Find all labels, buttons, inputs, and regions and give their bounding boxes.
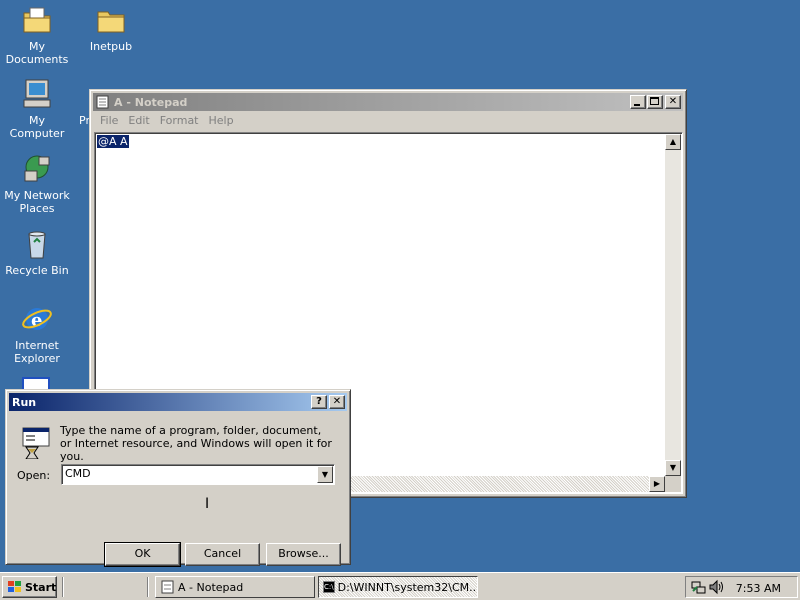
menu-help[interactable]: Help <box>204 114 239 127</box>
cmd-icon: C:\ <box>323 581 335 593</box>
desktop-icon-label: Internet Explorer <box>14 339 60 365</box>
start-label: Start <box>25 580 57 594</box>
ok-button[interactable]: OK <box>104 542 181 567</box>
clock[interactable]: 7:53 AM <box>736 582 781 595</box>
open-input[interactable] <box>65 467 315 480</box>
run-message: Type the name of a program, folder, docu… <box>60 424 332 463</box>
network-icon <box>21 153 53 185</box>
desktop-icon-label: Recycle Bin <box>5 264 69 277</box>
scroll-up-button[interactable]: ▲ <box>665 134 681 150</box>
help-button[interactable]: ? <box>311 395 327 409</box>
task-cmd[interactable]: C:\ D:\WINNT\system32\CM... <box>318 576 478 598</box>
desktop-icon-my-documents[interactable]: My Documents <box>0 4 74 66</box>
notepad-content: @A A <box>97 135 129 148</box>
desktop-icon-label: My Documents <box>5 40 69 66</box>
notepad-title: A - Notepad <box>114 95 188 109</box>
minimize-button[interactable] <box>630 95 646 109</box>
start-button[interactable]: Start <box>2 576 57 598</box>
maximize-icon <box>650 97 659 105</box>
system-tray: 7:53 AM <box>685 576 798 598</box>
maximize-button[interactable] <box>647 95 663 109</box>
network-tray-icon[interactable] <box>691 579 707 595</box>
open-label: Open: <box>17 469 51 482</box>
open-combobox[interactable]: ▼ <box>61 464 335 485</box>
menu-file[interactable]: File <box>95 114 123 127</box>
recycle-bin-icon <box>21 228 53 260</box>
folder-icon <box>95 4 127 36</box>
run-dialog[interactable]: Run ? ✕ Type the name of a program, fold… <box>5 389 351 567</box>
cancel-button[interactable]: Cancel <box>185 543 260 566</box>
close-icon: ✕ <box>332 396 342 407</box>
minimize-icon <box>634 104 640 106</box>
desktop-icon-internet-explorer[interactable]: e Internet Explorer <box>0 303 74 365</box>
desktop-icon-recycle-bin[interactable]: Recycle Bin <box>0 228 74 277</box>
task-label: D:\WINNT\system32\CM... <box>337 580 478 594</box>
vertical-scrollbar[interactable]: ▲ ▼ <box>665 134 681 476</box>
text-cursor-icon: I <box>205 496 210 512</box>
notepad-icon <box>95 95 111 109</box>
computer-icon <box>21 78 53 110</box>
taskbar: Start A - Notepad C:\ D:\WINNT\system32\… <box>0 572 800 600</box>
windows-logo-icon <box>7 580 23 594</box>
volume-icon[interactable] <box>708 579 724 595</box>
notepad-titlebar[interactable]: A - Notepad ✕ <box>93 93 683 111</box>
desktop-icon-inetpub[interactable]: Inetpub <box>74 4 148 53</box>
desktop-icon-my-computer[interactable]: My Computer <box>0 78 74 140</box>
close-icon: ✕ <box>668 96 678 107</box>
task-label: A - Notepad <box>178 580 244 594</box>
menu-format[interactable]: Format <box>155 114 204 127</box>
arrow-up-icon: ▲ <box>669 137 677 146</box>
taskbar-separator <box>62 577 64 597</box>
internet-explorer-icon: e <box>21 303 53 335</box>
question-icon: ? <box>316 396 322 407</box>
menu-edit[interactable]: Edit <box>123 114 154 127</box>
run-close-button[interactable]: ✕ <box>329 395 345 409</box>
selected-text: @A A <box>97 135 129 148</box>
folder-documents-icon <box>21 4 53 36</box>
desktop-icon-label: My Computer <box>9 114 65 140</box>
run-titlebar[interactable]: Run ? ✕ <box>9 393 347 411</box>
arrow-down-icon: ▼ <box>669 463 677 472</box>
notepad-menubar: File Edit Format Help <box>93 111 683 130</box>
run-title: Run <box>12 395 37 409</box>
resize-grip[interactable] <box>665 476 681 492</box>
close-button[interactable]: ✕ <box>665 95 681 109</box>
open-dropdown-button[interactable]: ▼ <box>317 466 333 483</box>
taskbar-separator <box>147 577 149 597</box>
desktop-icon-my-network-places[interactable]: My Network Places <box>0 153 74 215</box>
desktop-icon-label: Inetpub <box>89 40 133 53</box>
run-body: Type the name of a program, folder, docu… <box>9 411 347 577</box>
desktop-icon-label: My Network Places <box>4 189 70 215</box>
arrow-right-icon: ▶ <box>653 479 661 488</box>
scroll-right-button[interactable]: ▶ <box>649 476 665 492</box>
task-notepad[interactable]: A - Notepad <box>155 576 315 598</box>
chevron-down-icon: ▼ <box>321 470 329 479</box>
scroll-down-button[interactable]: ▼ <box>665 460 681 476</box>
browse-button[interactable]: Browse... <box>266 543 341 566</box>
run-program-icon <box>21 427 53 460</box>
notepad-icon <box>160 580 176 594</box>
